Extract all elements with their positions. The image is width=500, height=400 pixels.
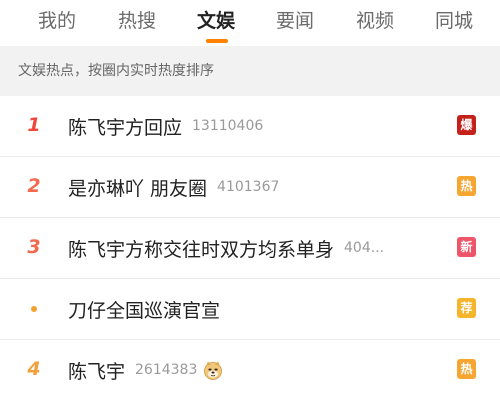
hot-list-item-promoted[interactable]: 刀仔全国巡演官宣 荐 [0,279,500,340]
rank-number: 4 [27,358,41,380]
rank-number: 1 [27,114,41,136]
heat-count: 2614383 [135,362,198,378]
topic-title: 刀仔全国巡演官宣 [68,299,221,322]
hot-list-item-text: 陈飞宇方称交往时双方均系单身 404... [68,232,436,264]
heat-count: 13110406 [192,118,264,134]
list-description: 文娱热点，按圈内实时热度排序 [18,63,214,79]
new-badge: 新 [457,237,476,257]
topic-title: 是亦琳吖 朋友圈 [68,177,208,200]
hot-list-item[interactable]: 3 陈飞宇方称交往时双方均系单身 404... 新 [0,218,500,279]
active-tab-indicator [206,39,228,43]
hot-list-item[interactable]: 4 陈飞宇 2614383 热 [0,340,500,400]
recommended-badge: 荐 [457,298,476,318]
promoted-dot-icon [31,306,37,312]
rank-number: 3 [27,236,41,258]
hot-badge: 热 [457,359,476,379]
tab-entertainment[interactable]: 文娱 [197,7,235,35]
topic-title: 陈飞宇方称交往时双方均系单身 [68,238,335,261]
hot-list-item-text: 陈飞宇方回应 13110406 [68,110,436,142]
tab-video[interactable]: 视频 [356,7,394,35]
rank-number: 2 [27,175,41,197]
hot-list: 1 陈飞宇方回应 13110406 爆 2 是亦琳吖 朋友圈 4101367 热… [0,96,500,400]
heat-count: 404... [344,240,385,256]
topic-title: 陈飞宇 [68,360,126,383]
tab-hot-search[interactable]: 热搜 [118,7,156,35]
hot-list-item[interactable]: 1 陈飞宇方回应 13110406 爆 [0,96,500,157]
list-description-bar: 文娱热点，按圈内实时热度排序 [0,46,500,96]
tab-news[interactable]: 要闻 [276,7,314,35]
doge-emoji-icon [204,361,223,380]
hot-list-item-text: 是亦琳吖 朋友圈 4101367 [68,171,436,203]
hot-list-item-text: 陈飞宇 2614383 [68,354,436,386]
top-tab-bar: 我的 热搜 文娱 要闻 视频 同城 [0,0,500,46]
hot-badge: 热 [457,176,476,196]
hot-list-item-text: 刀仔全国巡演官宣 [68,293,436,325]
hot-badge: 爆 [457,115,476,135]
topic-title: 陈飞宇方回应 [68,116,183,139]
heat-count: 4101367 [217,179,280,195]
hot-list-item[interactable]: 2 是亦琳吖 朋友圈 4101367 热 [0,157,500,218]
tab-mine[interactable]: 我的 [38,7,76,35]
tab-local[interactable]: 同城 [435,7,473,35]
